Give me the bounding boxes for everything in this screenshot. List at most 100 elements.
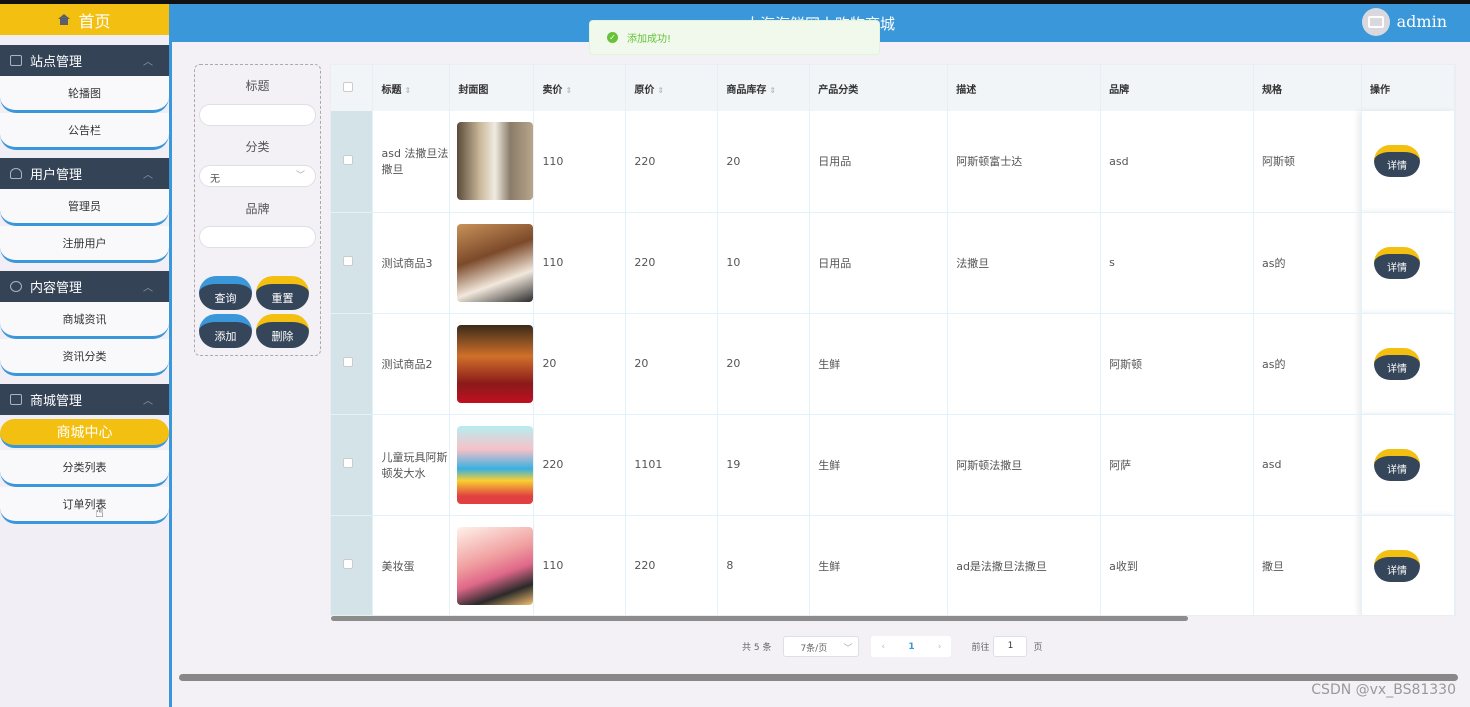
category-label: 分类 — [245, 140, 270, 154]
product-cover-image[interactable] — [457, 122, 534, 201]
row-checkbox-cell — [331, 212, 374, 314]
chevron-up-icon: ︿ — [143, 57, 153, 68]
product-cover-image[interactable] — [457, 526, 534, 605]
sort-icon[interactable]: ⇕ — [769, 86, 776, 95]
col-desc: 描述 — [947, 65, 1102, 111]
cell-category: 日用品 — [809, 111, 949, 213]
row-checkbox[interactable] — [343, 256, 353, 266]
chevron-up-icon: ︿ — [143, 170, 153, 181]
sidebar-item-registered-users[interactable]: 注册用户 — [0, 226, 169, 263]
col-cover: 封面图 — [449, 65, 535, 111]
col-title[interactable]: 标题 ⇕ — [372, 65, 451, 111]
sidebar-group-users[interactable]: 用户管理 ︿ — [0, 158, 169, 189]
chevron-up-icon: ︿ — [143, 396, 153, 407]
cell-cover — [449, 111, 535, 213]
sidebar-item-admins[interactable]: 管理员 — [0, 189, 169, 226]
page-horizontal-scrollbar[interactable] — [179, 674, 1458, 681]
row-checkbox-cell — [331, 414, 374, 516]
col-original[interactable]: 原价 ⇕ — [625, 65, 719, 111]
cell-brand: s — [1100, 212, 1255, 314]
cell-category: 生鲜 — [809, 515, 949, 615]
sidebar-item-category-list[interactable]: 分类列表 — [0, 450, 169, 487]
cell-spec: as的 — [1253, 212, 1362, 314]
sort-icon[interactable]: ⇕ — [404, 86, 411, 95]
sidebar-group-label: 商城管理 — [30, 394, 83, 409]
cell-stock: 20 — [717, 111, 811, 213]
cell-actions: 详情 — [1361, 111, 1455, 213]
select-all-checkbox[interactable] — [343, 81, 353, 92]
query-button[interactable]: 查询 — [199, 276, 252, 310]
cell-price: 110 — [533, 212, 627, 314]
product-cover-image[interactable] — [457, 223, 534, 302]
row-checkbox-cell — [331, 313, 374, 415]
cell-desc: 法撒旦 — [947, 212, 1102, 314]
table-row: 测试商品3 110 220 10 日用品 法撒旦 s as的 详情 — [331, 212, 1455, 314]
prev-page-icon[interactable]: ‹ — [881, 642, 885, 652]
sort-icon[interactable]: ⇕ — [565, 86, 572, 95]
row-checkbox[interactable] — [343, 154, 353, 165]
cell-cover — [449, 313, 535, 415]
row-checkbox[interactable] — [343, 458, 353, 468]
cell-original: 220 — [625, 111, 719, 213]
table-horizontal-scrollbar[interactable] — [331, 616, 1188, 621]
pagination: 共 5 条 7条/页 ﹀ ‹ 1 › 前往 1 页 — [742, 636, 1042, 657]
page-size-select[interactable]: 7条/页 ﹀ — [783, 636, 860, 657]
sidebar-item-notice[interactable]: 公告栏 — [0, 113, 169, 150]
cell-spec: asd — [1253, 414, 1362, 516]
next-page-icon[interactable]: › — [938, 642, 942, 652]
col-price[interactable]: 卖价 ⇕ — [533, 65, 627, 111]
username[interactable]: admin — [1397, 12, 1447, 31]
reset-button[interactable]: 重置 — [256, 276, 309, 310]
sidebar-item-mall-center[interactable]: 商城中心 — [0, 419, 169, 448]
category-select[interactable]: 无 ﹀ — [199, 165, 316, 187]
sidebar-item-order-list[interactable]: 订单列表 — [0, 487, 169, 524]
product-cover-image[interactable] — [457, 425, 534, 504]
detail-button[interactable]: 详情 — [1373, 347, 1420, 380]
cell-desc: ad是法撒旦法撒旦 — [947, 515, 1102, 615]
chat-icon — [10, 281, 22, 292]
sidebar-item-news-category[interactable]: 资讯分类 — [0, 339, 169, 376]
avatar[interactable] — [1362, 8, 1390, 36]
detail-button[interactable]: 详情 — [1373, 246, 1420, 279]
brand-input[interactable] — [199, 226, 316, 248]
detail-button[interactable]: 详情 — [1373, 448, 1420, 481]
cell-category: 生鲜 — [809, 313, 949, 415]
add-button[interactable]: 添加 — [199, 314, 252, 348]
col-brand-label: 品牌 — [1109, 84, 1130, 96]
sort-icon[interactable]: ⇕ — [657, 86, 664, 95]
col-actions: 操作 — [1361, 65, 1455, 111]
detail-button[interactable]: 详情 — [1373, 145, 1420, 178]
sidebar-group-content[interactable]: 内容管理 ︿ — [0, 271, 169, 302]
sidebar-group-label: 用户管理 — [30, 168, 83, 183]
cell-original: 20 — [625, 313, 719, 415]
cell-brand: 阿萨 — [1100, 414, 1255, 516]
row-checkbox[interactable] — [343, 357, 353, 367]
row-checkbox[interactable] — [343, 559, 353, 569]
col-stock[interactable]: 商品库存 ⇕ — [717, 65, 811, 111]
current-page[interactable]: 1 — [908, 642, 914, 652]
cell-price: 110 — [533, 515, 627, 615]
detail-button[interactable]: 详情 — [1373, 549, 1420, 582]
col-actions-label: 操作 — [1369, 84, 1390, 96]
goto-page-input[interactable]: 1 — [993, 636, 1028, 657]
table-row: 美妆蛋 110 220 8 生鲜 ad是法撒旦法撒旦 a收到 撒旦 详情 — [331, 515, 1455, 615]
sidebar-group-mall[interactable]: 商城管理 ︿ — [0, 384, 169, 415]
success-toast: ✓ 添加成功! — [589, 20, 880, 55]
product-cover-image[interactable] — [457, 324, 534, 403]
sidebar-item-mall-news[interactable]: 商城资讯 — [0, 302, 169, 339]
title-input[interactable] — [199, 104, 316, 126]
sidebar-home-label: 首页 — [78, 11, 111, 31]
col-category-label: 产品分类 — [818, 84, 859, 96]
row-checkbox-cell — [331, 111, 374, 213]
chevron-up-icon: ︿ — [143, 283, 153, 294]
sidebar-item-carousel[interactable]: 轮播图 — [0, 76, 169, 113]
pagination-nav: ‹ 1 › — [871, 636, 952, 657]
delete-button[interactable]: 删除 — [256, 314, 309, 348]
sidebar-home[interactable]: 首页 — [0, 4, 169, 35]
col-original-label: 原价 — [634, 84, 655, 96]
col-spec: 规格 — [1253, 65, 1362, 111]
brand-label: 品牌 — [245, 202, 270, 216]
cell-price: 110 — [533, 111, 627, 213]
sidebar-group-site[interactable]: 站点管理 ︿ — [0, 45, 169, 76]
cell-original: 220 — [625, 515, 719, 615]
